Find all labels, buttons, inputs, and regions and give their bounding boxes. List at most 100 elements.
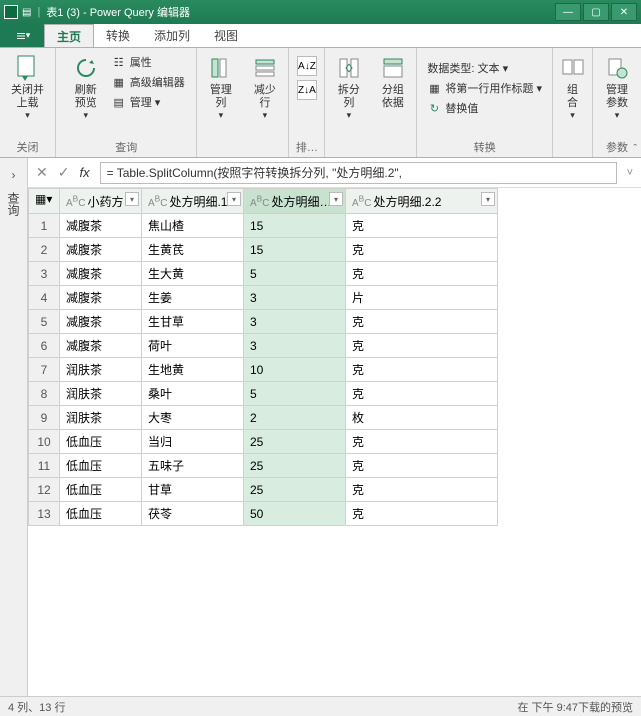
row-number[interactable]: 9: [29, 406, 60, 430]
cell[interactable]: 生姜: [142, 286, 244, 310]
cell[interactable]: 2: [244, 406, 346, 430]
table-row[interactable]: 12低血压甘草25克: [29, 478, 498, 502]
cell[interactable]: 减腹茶: [60, 238, 142, 262]
row-number[interactable]: 7: [29, 358, 60, 382]
tab-home[interactable]: 主页: [44, 24, 94, 47]
advanced-editor-button[interactable]: ▦高级编辑器: [112, 74, 185, 90]
maximize-button[interactable]: ▢: [583, 3, 609, 21]
split-col-button[interactable]: 拆分 列▾: [327, 52, 371, 123]
row-number[interactable]: 1: [29, 214, 60, 238]
cell[interactable]: 减腹茶: [60, 286, 142, 310]
col-header-4[interactable]: ABC处方明细.2.2▾: [346, 189, 498, 214]
cell[interactable]: 枚: [346, 406, 498, 430]
cell[interactable]: 大枣: [142, 406, 244, 430]
group-by-button[interactable]: 分组 依据: [371, 52, 415, 112]
cell[interactable]: 5: [244, 382, 346, 406]
corner-cell[interactable]: ▦▾: [29, 189, 60, 214]
cell[interactable]: 克: [346, 358, 498, 382]
table-row[interactable]: 3减腹茶生大黄5克: [29, 262, 498, 286]
tab-addcolumn[interactable]: 添加列: [142, 24, 202, 47]
properties-button[interactable]: ☷属性: [112, 54, 185, 70]
accept-formula-button[interactable]: ✓: [58, 164, 70, 181]
table-row[interactable]: 4减腹茶生姜3片: [29, 286, 498, 310]
sort-desc-button[interactable]: Z↓A: [297, 80, 317, 100]
cell[interactable]: 低血压: [60, 430, 142, 454]
cell[interactable]: 克: [346, 214, 498, 238]
cell[interactable]: 片: [346, 286, 498, 310]
row-number[interactable]: 2: [29, 238, 60, 262]
col-header-1[interactable]: ABC小药方▾: [60, 189, 142, 214]
cell[interactable]: 克: [346, 382, 498, 406]
datatype-button[interactable]: 数据类型: 文本 ▾: [427, 60, 542, 76]
cell[interactable]: 当归: [142, 430, 244, 454]
tab-view[interactable]: 视图: [202, 24, 250, 47]
cell[interactable]: 15: [244, 238, 346, 262]
close-button[interactable]: ✕: [611, 3, 637, 21]
table-row[interactable]: 2减腹茶生黄芪15克: [29, 238, 498, 262]
cell[interactable]: 3: [244, 286, 346, 310]
table-row[interactable]: 7润肤茶生地黄10克: [29, 358, 498, 382]
row-number[interactable]: 6: [29, 334, 60, 358]
table-row[interactable]: 1减腹茶焦山楂15克: [29, 214, 498, 238]
refresh-button[interactable]: 刷新 预览▾: [64, 52, 108, 123]
cell[interactable]: 低血压: [60, 478, 142, 502]
cell[interactable]: 生地黄: [142, 358, 244, 382]
cell[interactable]: 50: [244, 502, 346, 526]
cell[interactable]: 25: [244, 478, 346, 502]
formula-input[interactable]: = Table.SplitColumn(按照字符转换拆分列, "处方明细.2",: [100, 162, 617, 184]
filter-dd-icon[interactable]: ▾: [125, 192, 139, 206]
cell[interactable]: 减腹茶: [60, 262, 142, 286]
collapse-ribbon-button[interactable]: ˆ: [633, 143, 637, 155]
cell[interactable]: 桑叶: [142, 382, 244, 406]
cell[interactable]: 15: [244, 214, 346, 238]
cell[interactable]: 克: [346, 430, 498, 454]
cell[interactable]: 克: [346, 262, 498, 286]
row-number[interactable]: 12: [29, 478, 60, 502]
cell[interactable]: 克: [346, 502, 498, 526]
row-number[interactable]: 3: [29, 262, 60, 286]
row-number[interactable]: 4: [29, 286, 60, 310]
cell[interactable]: 焦山楂: [142, 214, 244, 238]
table-row[interactable]: 11低血压五味子25克: [29, 454, 498, 478]
close-load-button[interactable]: 关闭并 上载▾: [6, 52, 50, 123]
queries-pane-collapsed[interactable]: › 查询: [0, 158, 28, 696]
table-row[interactable]: 10低血压当归25克: [29, 430, 498, 454]
use-first-row-header-button[interactable]: ▦将第一行用作标题 ▾: [427, 80, 542, 96]
cell[interactable]: 减腹茶: [60, 214, 142, 238]
cell[interactable]: 3: [244, 334, 346, 358]
cell[interactable]: 生大黄: [142, 262, 244, 286]
cell[interactable]: 25: [244, 430, 346, 454]
cell[interactable]: 茯苓: [142, 502, 244, 526]
combine-button[interactable]: 组 合▾: [551, 52, 595, 123]
manage-params-button[interactable]: 管理 参数▾: [595, 52, 639, 123]
reduce-rows-button[interactable]: 减少 行▾: [243, 52, 287, 123]
cell[interactable]: 克: [346, 454, 498, 478]
cell[interactable]: 荷叶: [142, 334, 244, 358]
manage-button[interactable]: ▤管理 ▾: [112, 94, 185, 110]
cell[interactable]: 润肤茶: [60, 382, 142, 406]
cell[interactable]: 低血压: [60, 502, 142, 526]
fx-icon[interactable]: fx: [79, 165, 89, 180]
cell[interactable]: 润肤茶: [60, 406, 142, 430]
cell[interactable]: 五味子: [142, 454, 244, 478]
cell[interactable]: 克: [346, 334, 498, 358]
tab-transform[interactable]: 转换: [94, 24, 142, 47]
expand-formula-button[interactable]: ˅: [627, 167, 633, 179]
cell[interactable]: 减腹茶: [60, 310, 142, 334]
cell[interactable]: 克: [346, 238, 498, 262]
cell[interactable]: 减腹茶: [60, 334, 142, 358]
filter-dd-icon[interactable]: ▾: [481, 192, 495, 206]
cell[interactable]: 5: [244, 262, 346, 286]
cell[interactable]: 25: [244, 454, 346, 478]
table-row[interactable]: 13低血压茯苓50克: [29, 502, 498, 526]
file-tab[interactable]: ▾: [0, 24, 44, 47]
data-grid[interactable]: ▦▾ ABC小药方▾ ABC处方明细.1▾ ABC处方明细…▾ ABC处方明细.…: [28, 188, 641, 696]
row-number[interactable]: 8: [29, 382, 60, 406]
cell[interactable]: 克: [346, 310, 498, 334]
cell[interactable]: 克: [346, 478, 498, 502]
cell[interactable]: 生甘草: [142, 310, 244, 334]
filter-dd-icon[interactable]: ▾: [329, 192, 343, 206]
sort-asc-button[interactable]: A↓Z: [297, 56, 317, 76]
table-row[interactable]: 5减腹茶生甘草3克: [29, 310, 498, 334]
cell[interactable]: 10: [244, 358, 346, 382]
